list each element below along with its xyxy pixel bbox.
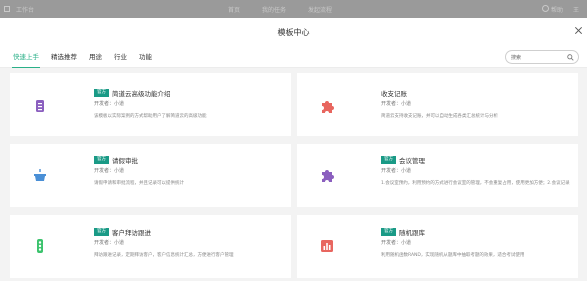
phone-book-icon (36, 100, 44, 112)
background-nav-item: 我的任务 (262, 6, 287, 14)
card-developer: 开发者：小道 (94, 168, 125, 174)
card-description: 简道云支持收支记账，并可以自动生成各类汇总统计与分析 (381, 114, 498, 119)
tab-industry[interactable]: 行业 (114, 46, 127, 68)
card-body: 官方 会议管理 开发者：小道 1.会议室预约，利用预约的方式进行会议室的管理，不… (381, 155, 570, 188)
card-developer: 开发者：小道 (381, 168, 412, 174)
close-icon[interactable] (574, 26, 583, 35)
account-avatar: 王 (572, 6, 579, 14)
card-body: 官方 请假审批 开发者：小道 请假申请和审批流程，并且记录可以提供统计 (94, 155, 283, 188)
category-tabs: 快速上手 精选推荐 用途 行业 功能 (12, 46, 152, 68)
card-developer: 开发者：小道 (94, 101, 125, 107)
card-title-row: 官方 客户拜访跟进 (94, 227, 283, 237)
official-badge: 官方 (381, 228, 396, 236)
card-description: 利用随机函数RAND，实现随机从题库中抽取考题的效果，适合考试使用 (381, 253, 525, 258)
tab-function[interactable]: 功能 (139, 46, 152, 68)
template-card[interactable]: 官方 请假审批 开发者：小道 请假申请和审批流程，并且记录可以提供统计 (10, 144, 291, 207)
card-title: 会议管理 (399, 157, 425, 165)
background-nav-item: 首页 (228, 6, 241, 14)
card-title-row: 收支记账 (381, 88, 570, 98)
template-card[interactable]: 官方 客户拜访跟进 开发者：小道 拜访跟进记录，定期拜访客户，客户信息统计汇总，… (10, 215, 291, 278)
tabs-row: 快速上手 精选推荐 用途 行业 功能 (0, 46, 587, 68)
traffic-light-icon (37, 239, 43, 253)
card-developer: 开发者：小道 (381, 101, 412, 107)
modal-title: 模板中心 (277, 27, 310, 37)
card-title: 随机跟库 (399, 229, 425, 237)
tab-featured[interactable]: 精选推荐 (51, 46, 77, 68)
background-right-tools: 帮助 王 (541, 4, 579, 14)
card-title-row: 官方 请假审批 (94, 155, 283, 165)
card-developer: 开发者：小道 (381, 240, 412, 246)
help-label: 帮助 (550, 6, 563, 14)
search-input[interactable] (511, 54, 567, 60)
template-grid: 官方 简道云高级功能介绍 开发者：小道 该模板以实际案例的方式帮助用户了解简道云… (0, 68, 587, 281)
tab-quick-start[interactable]: 快速上手 (12, 46, 40, 68)
card-description: 1.会议室预约，利用预约的方式进行会议室的管理，不会重复占用，使用更加方便；2.… (381, 181, 570, 186)
card-title: 请假审批 (112, 157, 138, 165)
card-body: 官方 简道云高级功能介绍 开发者：小道 该模板以实际案例的方式帮助用户了解简道云… (94, 88, 283, 121)
card-title-row: 官方 会议管理 (381, 155, 570, 165)
card-title: 收支记账 (381, 90, 407, 98)
card-description: 该模板以实际案例的方式帮助用户了解简道云的高级功能 (94, 114, 207, 119)
official-badge: 官方 (381, 156, 396, 164)
template-card[interactable]: 官方 会议管理 开发者：小道 1.会议室预约，利用预约的方式进行会议室的管理，不… (297, 144, 578, 207)
search-box[interactable] (505, 50, 579, 64)
puzzle-icon (322, 101, 334, 113)
card-title-row: 官方 随机跟库 (381, 227, 570, 237)
card-developer: 开发者：小道 (94, 240, 125, 246)
puzzle-icon (322, 170, 334, 182)
card-title: 简道云高级功能介绍 (112, 90, 171, 98)
bar-chart-icon (321, 240, 333, 252)
card-body: 官方 客户拜访跟进 开发者：小道 拜访跟进记录，定期拜访客户，客户信息统计汇总，… (94, 227, 283, 260)
help-link: 帮助 (541, 4, 563, 14)
template-card[interactable]: 官方 简道云高级功能介绍 开发者：小道 该模板以实际案例的方式帮助用户了解简道云… (10, 73, 291, 136)
background-nav: 首页 我的任务 发起流程 (228, 5, 332, 14)
card-body: 收支记账 开发者：小道 简道云支持收支记账，并可以自动生成各类汇总统计与分析 (381, 88, 570, 121)
card-title: 客户拜访跟进 (112, 229, 151, 237)
search-icon[interactable] (567, 54, 574, 61)
template-center-modal: 模板中心 快速上手 精选推荐 用途 行业 功能 搜索 官方 简道云高级功能介绍 … (0, 18, 587, 281)
official-badge: 官方 (94, 89, 109, 97)
card-body: 官方 随机跟库 开发者：小道 利用随机函数RAND，实现随机从题库中抽取考题的效… (381, 227, 570, 260)
card-title-row: 官方 简道云高级功能介绍 (94, 88, 283, 98)
cake-icon (34, 169, 46, 181)
template-card[interactable]: 官方 随机跟库 开发者：小道 利用随机函数RAND，实现随机从题库中抽取考题的效… (297, 215, 578, 278)
background-app-bar: 工作台 首页 我的任务 发起流程 帮助 王 (0, 0, 587, 18)
tab-usage[interactable]: 用途 (89, 46, 102, 68)
background-nav-item: 发起流程 (308, 6, 333, 14)
background-app-brand: 工作台 (4, 5, 34, 14)
question-icon (541, 4, 549, 12)
modal-header: 模板中心 (0, 18, 587, 46)
card-description: 请假申请和审批流程，并且记录可以提供统计 (94, 181, 184, 186)
card-description: 拜访跟进记录，定期拜访客户，客户信息统计汇总，方便进行客户管理 (94, 253, 234, 258)
background-app-label: 工作台 (16, 6, 35, 14)
official-badge: 官方 (94, 156, 109, 164)
official-badge: 官方 (94, 228, 109, 236)
grid-icon (4, 6, 10, 12)
template-card[interactable]: 收支记账 开发者：小道 简道云支持收支记账，并可以自动生成各类汇总统计与分析 (297, 73, 578, 136)
